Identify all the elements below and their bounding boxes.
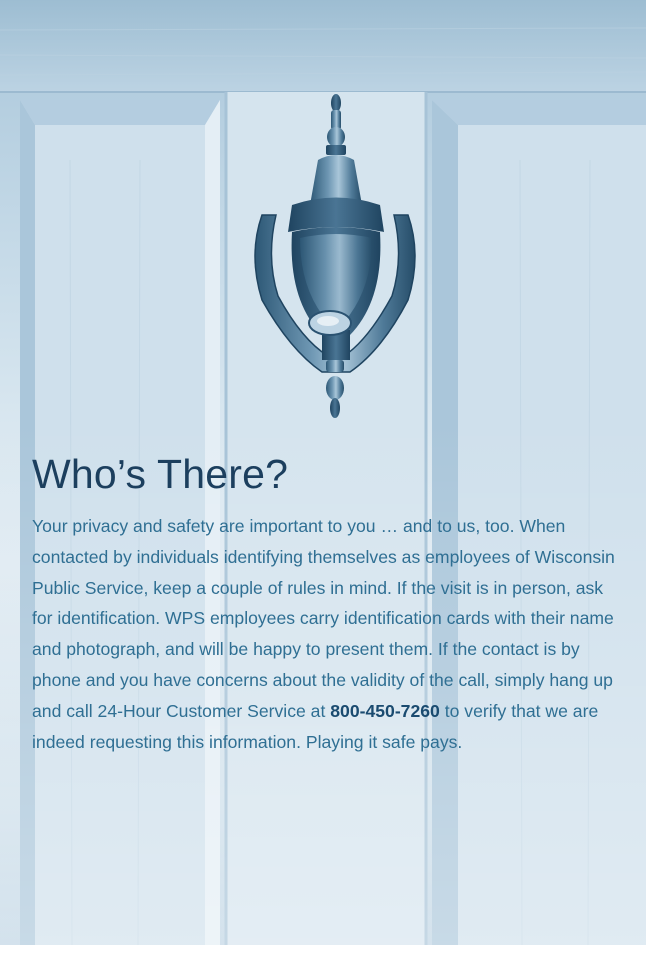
page-bottom-margin: [0, 945, 646, 965]
article-body: Your privacy and safety are important to…: [32, 511, 622, 757]
door-photo-panel: Who’s There? Your privacy and safety are…: [0, 0, 646, 945]
customer-service-phone-number: 800-450-7260: [330, 700, 440, 721]
article-heading: Who’s There?: [32, 451, 289, 497]
body-text-before-phone: Your privacy and safety are important to…: [32, 516, 615, 721]
